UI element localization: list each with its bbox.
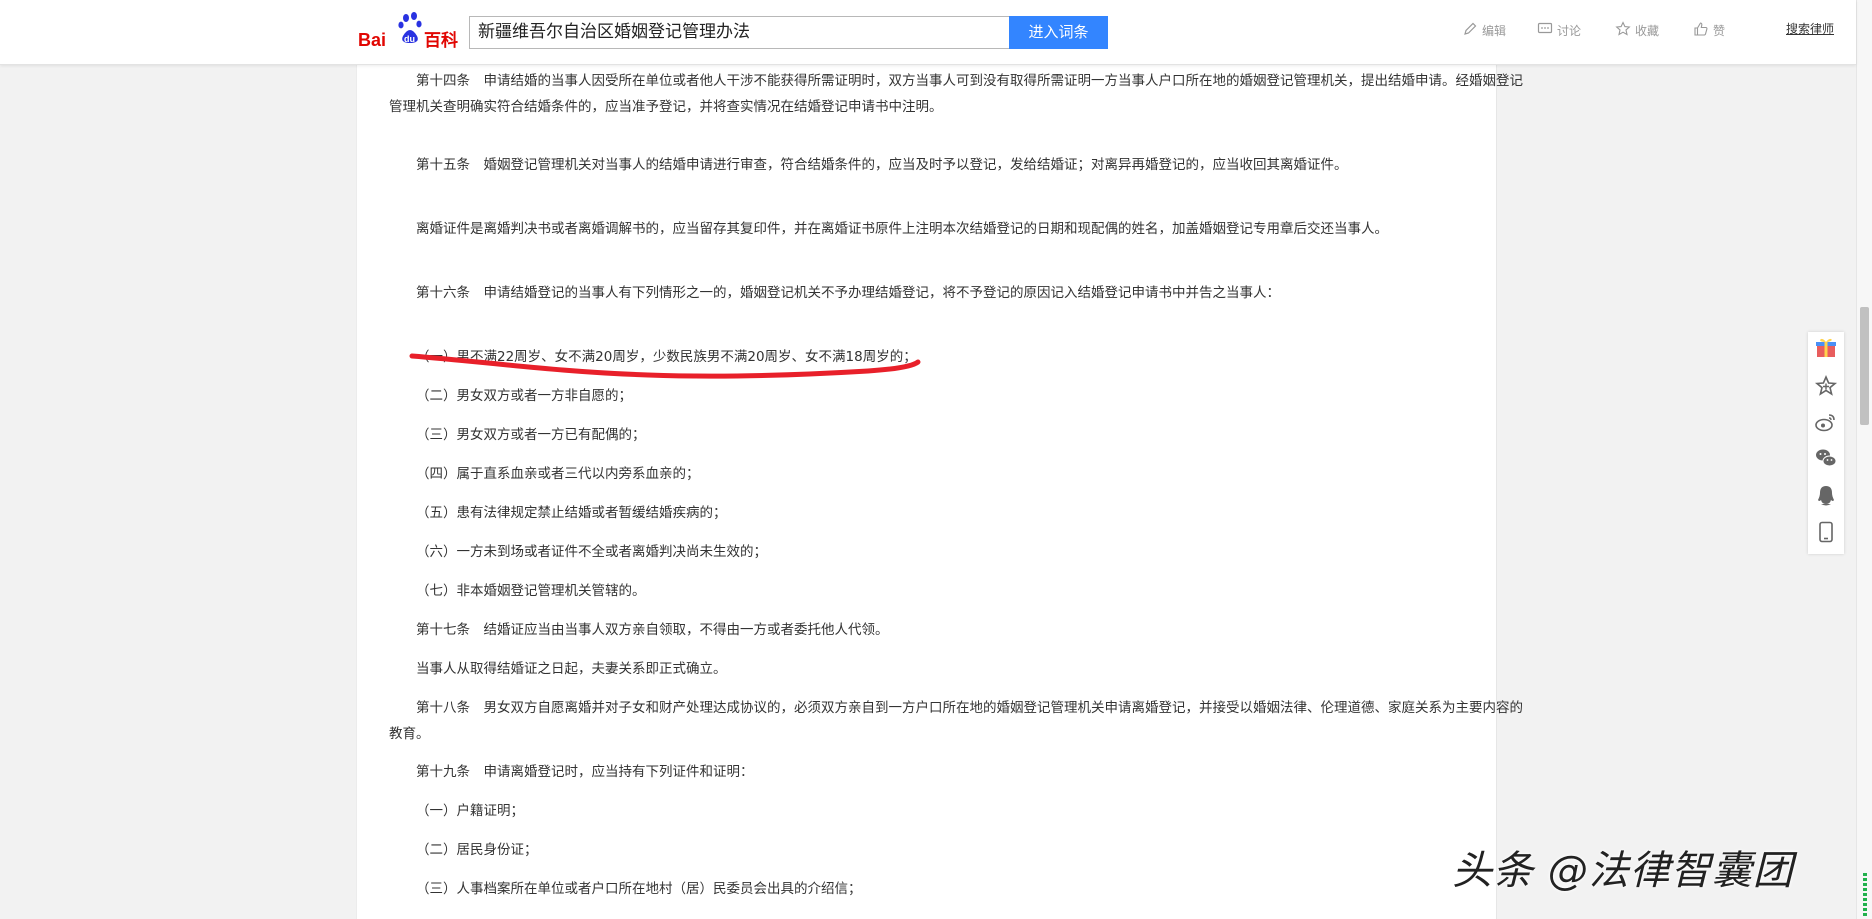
search-input[interactable]: 新疆维吾尔自治区婚姻登记管理办法	[469, 16, 1009, 49]
share-sidebar	[1808, 332, 1844, 554]
edit-label: 编辑	[1482, 23, 1507, 38]
list-item: （六）一方未到场或者证件不全或者离婚判决尚未生效的；	[416, 544, 767, 560]
article-paragraph: 第十七条 结婚证应当由当事人双方亲自领取，不得由一方或者委托他人代领。	[416, 622, 889, 638]
enter-entry-button[interactable]: 进入词条	[1009, 16, 1108, 49]
article-paragraph: 第十八条 男女双方自愿离婚并对子女和财产处理达成协议的，必须双方亲自到一方户口所…	[389, 700, 1523, 742]
toutiao-watermark: 头条 @法律智囊团	[1452, 848, 1794, 894]
scroll-indicator	[1863, 873, 1867, 917]
article-paragraph: 第十五条 婚姻登记管理机关对当事人的结婚申请进行审查，符合结婚条件的，应当及时予…	[416, 157, 1348, 173]
wechat-icon[interactable]	[1814, 446, 1838, 470]
favorite-action[interactable]: 收藏	[1615, 20, 1659, 40]
list-item: （二）男女双方或者一方非自愿的；	[416, 388, 632, 404]
list-item: （五）患有法律规定禁止结婚或者暂缓结婚疾病的；	[416, 505, 727, 521]
top-header: Bai du 百科 新疆维吾尔自治区婚姻登记管理办法 进入词条 编辑 讨论 收藏…	[0, 0, 1856, 65]
pencil-icon	[1462, 21, 1478, 40]
list-item: （四）属于直系血亲或者三代以内旁系血亲的；	[416, 466, 700, 482]
red-underline-annotation	[409, 353, 921, 379]
article-paragraph: 离婚证件是离婚判决书或者离婚调解书的，应当留存其复印件，并在离婚证书原件上注明本…	[416, 221, 1388, 237]
edit-action[interactable]: 编辑	[1462, 20, 1506, 40]
svg-text:du: du	[404, 34, 415, 44]
chat-icon	[1537, 21, 1553, 40]
gift-icon[interactable]	[1814, 336, 1838, 360]
add-favorite-icon[interactable]	[1814, 374, 1838, 398]
discuss-label: 讨论	[1557, 23, 1582, 38]
baidu-baike-logo[interactable]: Bai du 百科	[356, 10, 460, 51]
qq-icon[interactable]	[1814, 484, 1838, 508]
article-paragraph: 第十九条 申请离婚登记时，应当持有下列证件和证明：	[416, 764, 754, 780]
list-item: （三）人事档案所在单位或者户口所在地村（居）民委员会出具的介绍信；	[416, 881, 862, 897]
article-paragraph: 第十四条 申请结婚的当事人因受所在单位或者他人干涉不能获得所需证明时，双方当事人…	[389, 73, 1523, 115]
weibo-icon[interactable]	[1814, 410, 1838, 434]
svg-text:Bai: Bai	[358, 30, 386, 50]
list-item: （一）户籍证明；	[416, 803, 524, 819]
list-item: （七）非本婚姻登记管理机关管辖的。	[416, 583, 646, 599]
discuss-action[interactable]: 讨论	[1537, 20, 1581, 40]
scrollbar-thumb[interactable]	[1860, 307, 1869, 425]
svg-text:百科: 百科	[424, 30, 458, 50]
list-item: （三）男女双方或者一方已有配偶的；	[416, 427, 646, 443]
article-paragraph: 当事人从取得结婚证之日起，夫妻关系即正式确立。	[416, 661, 727, 677]
like-action[interactable]: 赞	[1693, 20, 1725, 40]
vertical-scrollbar[interactable]	[1856, 0, 1872, 919]
mobile-icon[interactable]	[1814, 520, 1838, 544]
search-lawyer-link[interactable]: 搜索律师	[1786, 20, 1834, 37]
favorite-label: 收藏	[1635, 23, 1660, 38]
article-content: 第十四条 申请结婚的当事人因受所在单位或者他人干涉不能获得所需证明时，双方当事人…	[356, 64, 1523, 919]
article-paragraph: 第十六条 申请结婚登记的当事人有下列情形之一的，婚姻登记机关不予办理结婚登记，将…	[416, 285, 1280, 301]
like-label: 赞	[1713, 23, 1726, 38]
star-icon	[1615, 20, 1631, 40]
thumbs-up-icon	[1693, 21, 1709, 40]
list-item: （二）居民身份证；	[416, 842, 538, 858]
